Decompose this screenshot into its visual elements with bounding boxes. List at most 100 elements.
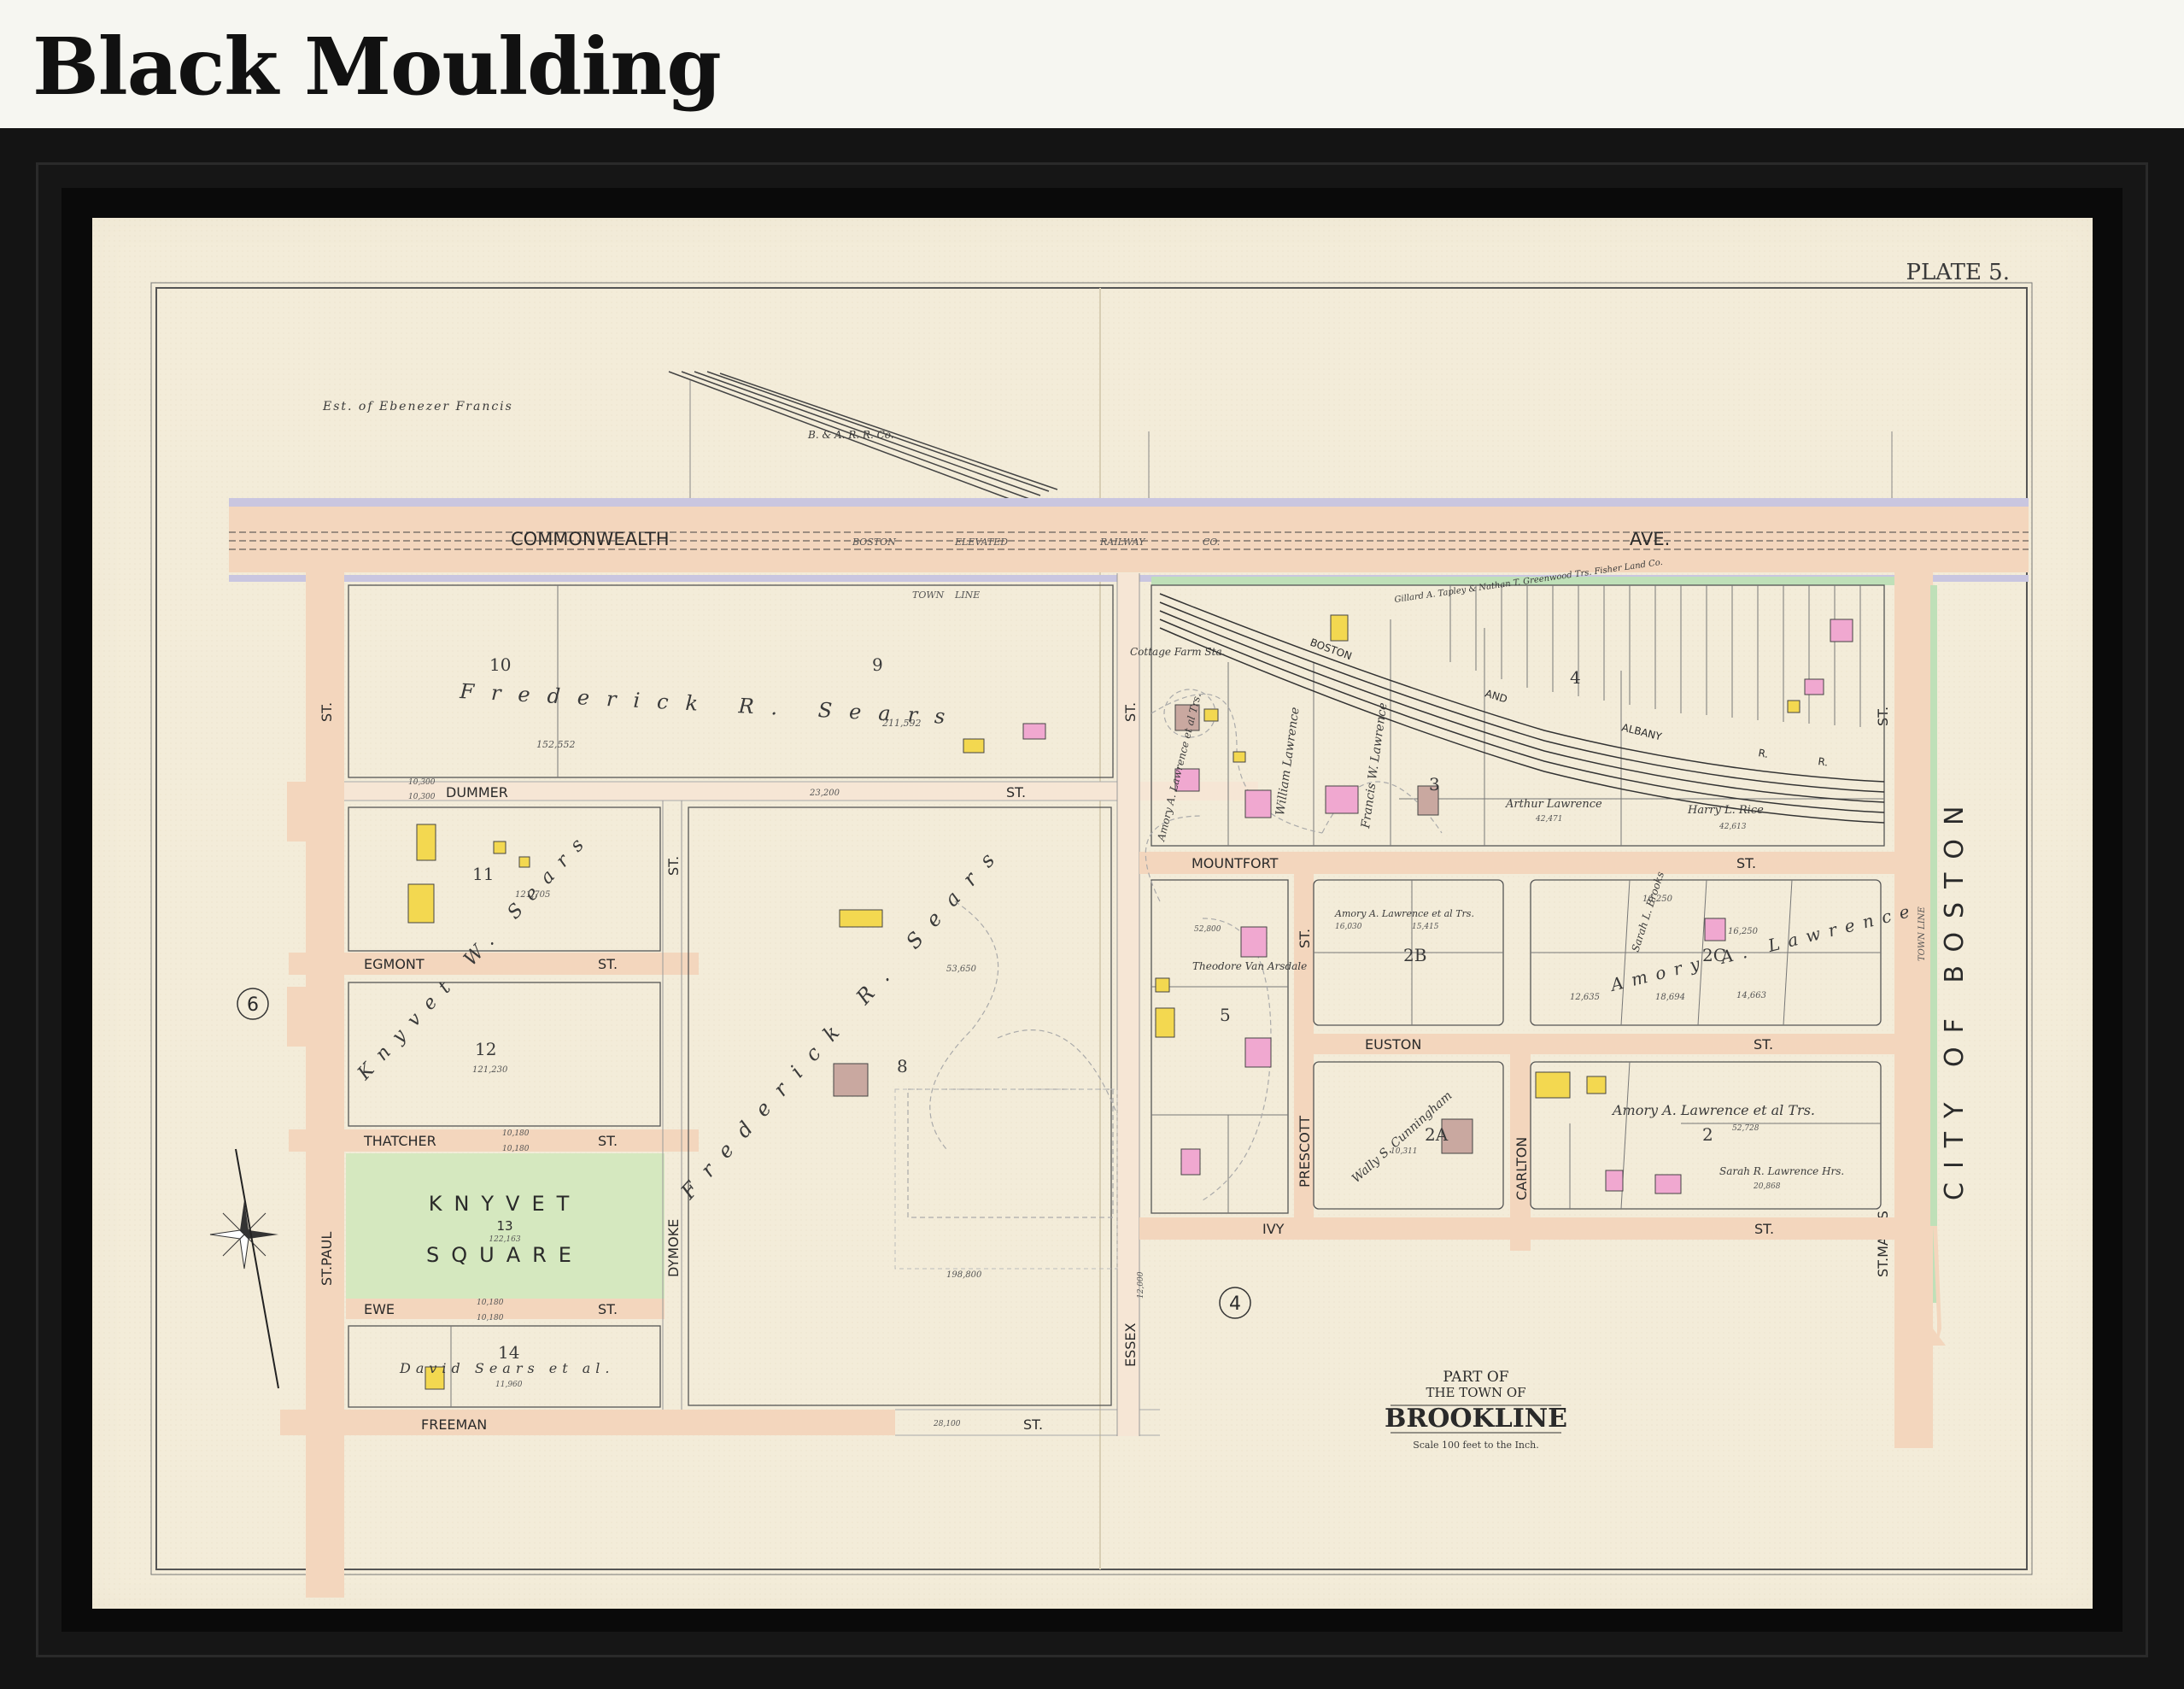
svg-text:Sarah R. Lawrence Hrs.: Sarah R. Lawrence Hrs.: [1719, 1165, 1844, 1177]
svg-text:10,300: 10,300: [408, 778, 436, 787]
svg-text:BOSTON: BOSTON: [852, 537, 896, 548]
svg-text:18,694: 18,694: [1655, 993, 1685, 1002]
svg-text:MOUNTFORT: MOUNTFORT: [1192, 855, 1279, 871]
svg-text:R.: R.: [1757, 747, 1769, 760]
svg-text:TOWN: TOWN: [912, 589, 945, 601]
svg-text:211,592: 211,592: [881, 718, 922, 729]
svg-text:BROOKLINE: BROOKLINE: [1385, 1404, 1567, 1434]
svg-text:2A: 2A: [1425, 1124, 1449, 1145]
svg-text:THATCHER: THATCHER: [363, 1133, 436, 1149]
svg-text:ST.: ST.: [1122, 702, 1139, 722]
svg-text:23,200: 23,200: [809, 789, 840, 798]
svg-text:10,180: 10,180: [477, 1314, 504, 1322]
svg-text:ST.: ST.: [1297, 929, 1313, 948]
svg-text:14,663: 14,663: [1736, 991, 1766, 1000]
svg-text:ESSEX: ESSEX: [1122, 1322, 1139, 1367]
svg-text:9: 9: [872, 654, 883, 675]
svg-text:ST.: ST.: [1754, 1036, 1773, 1053]
svg-text:CO.: CO.: [1203, 537, 1220, 548]
svg-text:3: 3: [1429, 774, 1440, 795]
svg-text:B. & A. R. R. Co.: B. & A. R. R. Co.: [807, 429, 894, 441]
brookline-map: PLATE 5. COMMONWEALTH BOSTON ELEVATED RA…: [92, 218, 2093, 1609]
svg-text:DUMMER: DUMMER: [446, 784, 508, 801]
svg-text:ST.: ST.: [319, 702, 335, 722]
svg-text:PRESCOTT: PRESCOTT: [1297, 1116, 1313, 1188]
svg-text:11: 11: [472, 864, 494, 884]
svg-text:12,000: 12,000: [1137, 1271, 1145, 1299]
svg-text:Theodore Van Arsdale: Theodore Van Arsdale: [1192, 960, 1307, 972]
svg-text:121,230: 121,230: [472, 1065, 508, 1075]
svg-text:Arthur Lawrence: Arthur Lawrence: [1505, 798, 1602, 811]
street-commonwealth: COMMONWEALTH: [511, 529, 670, 549]
svg-text:13: 13: [496, 1218, 512, 1234]
thatcher-street: [289, 1129, 699, 1152]
svg-text:10,311: 10,311: [1391, 1147, 1418, 1156]
svg-text:EUSTON: EUSTON: [1365, 1036, 1421, 1053]
svg-text:ST.: ST.: [598, 1133, 618, 1149]
svg-text:Amory A. Lawrence et al Trs.: Amory A. Lawrence et al Trs.: [1611, 1102, 1815, 1118]
svg-text:David Sears et al.: David Sears et al.: [399, 1360, 615, 1376]
st-paul-street: [306, 572, 344, 1598]
svg-text:198,800: 198,800: [946, 1270, 982, 1280]
svg-text:16,030: 16,030: [1335, 923, 1362, 931]
svg-text:20,868: 20,868: [1753, 1182, 1781, 1191]
svg-text:42,613: 42,613: [1719, 823, 1747, 831]
city-of-boston-label: CITY OF BOSTON: [1940, 793, 1970, 1200]
svg-text:LINE: LINE: [954, 589, 980, 601]
svg-text:CARLTON: CARLTON: [1514, 1137, 1530, 1200]
svg-text:10: 10: [489, 654, 511, 675]
svg-text:Harry L. Rice: Harry L. Rice: [1687, 804, 1764, 817]
svg-text:10,180: 10,180: [477, 1299, 504, 1307]
owner-ebenezer: Est. of Ebenezer Francis: [322, 400, 513, 413]
svg-text:ST.: ST.: [1875, 707, 1891, 726]
svg-text:R.: R.: [1818, 755, 1830, 768]
street-ave: AVE.: [1630, 529, 1670, 549]
svg-text:10,300: 10,300: [408, 793, 436, 801]
svg-text:ST.: ST.: [1006, 784, 1026, 801]
svg-text:28,100: 28,100: [933, 1420, 961, 1428]
svg-text:6: 6: [247, 994, 259, 1016]
svg-text:2: 2: [1702, 1124, 1713, 1145]
svg-text:Amory A. Lawrence et al Trs.: Amory A. Lawrence et al Trs.: [1334, 908, 1474, 919]
svg-text:12: 12: [475, 1039, 496, 1059]
plate-number: PLATE 5.: [1906, 260, 2010, 285]
svg-text:42,471: 42,471: [1535, 815, 1563, 824]
svg-text:5: 5: [1220, 1005, 1231, 1025]
svg-text:TOWN LINE: TOWN LINE: [1918, 906, 1927, 961]
svg-text:EWE: EWE: [364, 1301, 395, 1317]
svg-text:ST.: ST.: [1754, 1221, 1774, 1237]
svg-text:THE TOWN OF: THE TOWN OF: [1426, 1385, 1525, 1400]
svg-text:2B: 2B: [1403, 945, 1426, 965]
svg-text:52,728: 52,728: [1732, 1124, 1759, 1133]
svg-text:ST.: ST.: [1736, 855, 1756, 871]
svg-text:4: 4: [1229, 1293, 1241, 1315]
svg-text:4: 4: [1570, 667, 1581, 688]
svg-text:RAILWAY: RAILWAY: [1099, 537, 1146, 548]
svg-text:16,250: 16,250: [1728, 927, 1759, 936]
svg-text:10,180: 10,180: [502, 1145, 530, 1153]
svg-text:IVY: IVY: [1262, 1221, 1285, 1237]
svg-text:SQUARE: SQUARE: [426, 1243, 583, 1267]
svg-text:ST.: ST.: [598, 956, 618, 972]
svg-text:152,552: 152,552: [536, 739, 576, 750]
svg-text:ELEVATED: ELEVATED: [954, 537, 1008, 548]
svg-text:PART OF: PART OF: [1443, 1369, 1508, 1386]
svg-text:11,960: 11,960: [495, 1381, 523, 1389]
svg-text:KNYVET: KNYVET: [429, 1192, 582, 1216]
svg-text:8: 8: [897, 1056, 908, 1076]
svg-text:121,705: 121,705: [515, 890, 550, 900]
svg-text:ST.: ST.: [598, 1301, 618, 1317]
egmont-street: [289, 953, 699, 975]
svg-text:Scale 100 feet to the Inch.: Scale 100 feet to the Inch.: [1413, 1440, 1539, 1451]
svg-text:15,415: 15,415: [1412, 923, 1439, 931]
svg-text:12,635: 12,635: [1570, 993, 1600, 1002]
svg-text:EGMONT: EGMONT: [364, 956, 425, 972]
svg-text:52,800: 52,800: [1194, 925, 1221, 934]
svg-text:FREEMAN: FREEMAN: [421, 1416, 487, 1433]
page-header: Black Moulding: [0, 0, 2184, 128]
freeman-street: [280, 1410, 895, 1435]
svg-text:ST.: ST.: [665, 856, 682, 876]
page-title: Black Moulding: [32, 21, 722, 113]
svg-text:ST.: ST.: [1023, 1416, 1043, 1433]
svg-text:ST.PAUL: ST.PAUL: [319, 1232, 335, 1286]
